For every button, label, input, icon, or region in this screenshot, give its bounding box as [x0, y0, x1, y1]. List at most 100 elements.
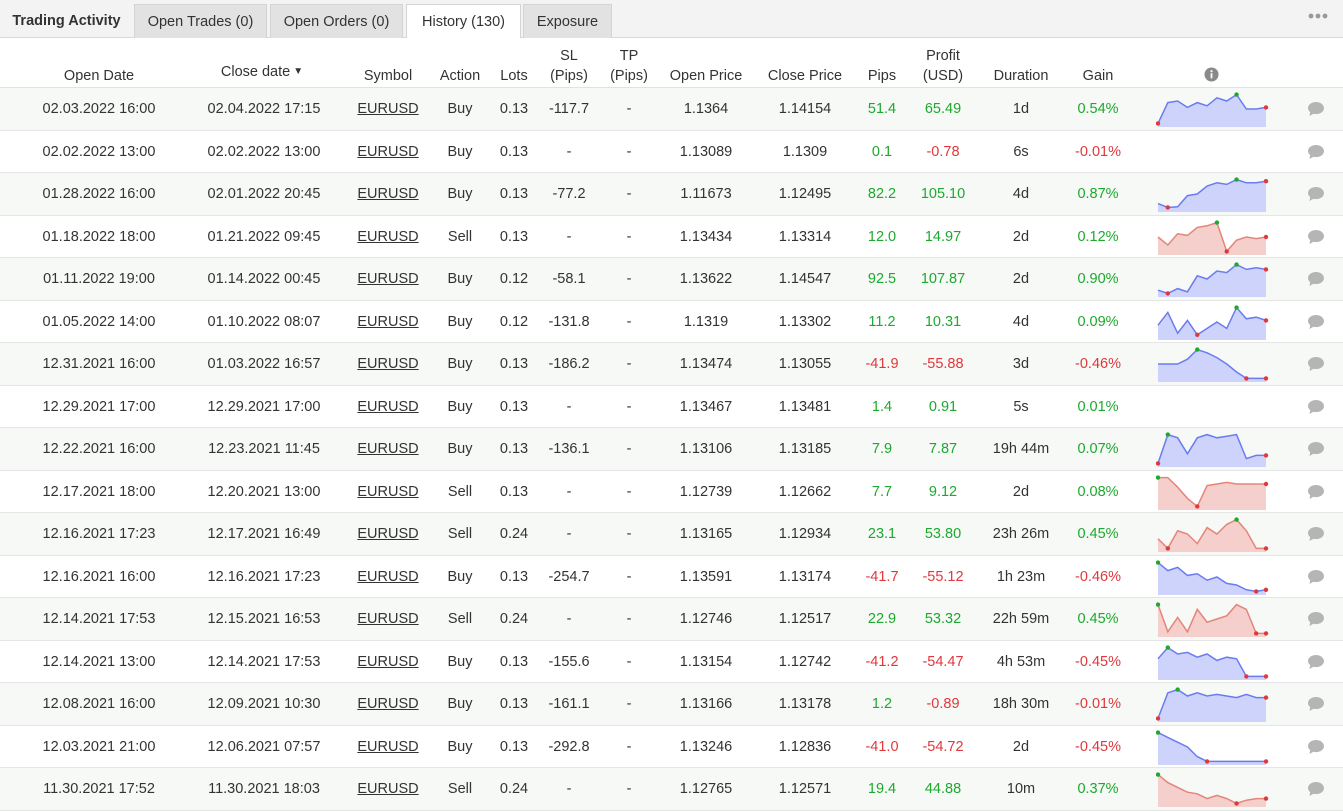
open-price-cell: 1.13154 — [679, 653, 733, 670]
sparkline-area — [1158, 434, 1266, 467]
table-row[interactable]: 12.17.2021 18:00 12.20.2021 13:00 EURUSD Se… — [0, 471, 1343, 513]
profit-cell: -55.88 — [922, 356, 964, 372]
tp-cell: - — [626, 186, 632, 202]
symbol-link[interactable]: EURUSD — [357, 556, 418, 598]
table-row[interactable]: 12.29.2021 17:00 12.29.2021 17:00 EURUSD Bu… — [0, 386, 1343, 428]
tp-cell: - — [626, 228, 632, 245]
tp-cell: - — [626, 356, 632, 372]
tab-trading-activity[interactable]: Trading Activity — [0, 4, 133, 38]
sl-cell: -254.7 — [548, 568, 590, 585]
comment-icon[interactable] — [1307, 399, 1325, 415]
symbol-link[interactable]: EURUSD — [357, 216, 418, 258]
pips-cell: 11.2 — [868, 313, 896, 330]
comment-icon[interactable] — [1307, 739, 1325, 755]
sparkline-min-marker — [1195, 332, 1200, 337]
col-tp[interactable]: TP (Pips) — [610, 44, 648, 86]
gain-cell: 0.45% — [1077, 611, 1119, 627]
table-row[interactable]: 12.14.2021 17:53 12.15.2021 16:53 EURUSD Se… — [0, 598, 1343, 641]
tab-exposure[interactable]: Exposure — [523, 4, 612, 38]
info-icon[interactable] — [1204, 67, 1219, 82]
sl-cell: -117.7 — [548, 101, 590, 117]
open-date-cell: 11.30.2021 17:52 — [43, 781, 155, 797]
symbol-link[interactable]: EURUSD — [357, 258, 418, 300]
gain-cell: -0.46% — [1075, 356, 1121, 372]
col-sl[interactable]: SL (Pips) — [550, 44, 588, 86]
symbol-link[interactable]: EURUSD — [357, 471, 418, 513]
comment-icon[interactable] — [1307, 484, 1325, 500]
close-price-cell: 1.12571 — [778, 781, 832, 797]
comment-icon[interactable] — [1307, 781, 1325, 797]
symbol-link[interactable]: EURUSD — [357, 301, 418, 343]
table-row[interactable]: 01.05.2022 14:00 01.10.2022 08:07 EURUSD Bu… — [0, 301, 1343, 343]
symbol-link[interactable]: EURUSD — [357, 428, 418, 470]
action-cell: Sell — [447, 611, 473, 627]
table-row[interactable]: 02.02.2022 13:00 02.02.2022 13:00 EURUSD Bu… — [0, 131, 1343, 173]
sparkline-max-marker — [1165, 432, 1171, 437]
table-row[interactable]: 11.30.2021 17:52 11.30.2021 18:03 EURUSD Se… — [0, 768, 1343, 811]
table-row[interactable]: 12.08.2021 16:00 12.09.2021 10:30 EURUSD Bu… — [0, 683, 1343, 726]
symbol-link[interactable]: EURUSD — [357, 88, 418, 130]
tab-history[interactable]: History (130) — [406, 4, 521, 39]
table-row[interactable]: 01.28.2022 16:00 02.01.2022 20:45 EURUSD Bu… — [0, 173, 1343, 216]
symbol-link[interactable]: EURUSD — [357, 641, 418, 683]
comment-icon[interactable] — [1307, 186, 1325, 202]
comment-icon[interactable] — [1307, 696, 1325, 712]
action-cell: Buy — [447, 696, 473, 712]
comment-icon[interactable] — [1307, 271, 1325, 287]
col-profit[interactable]: Profit (USD) — [923, 44, 963, 86]
comment-icon[interactable] — [1307, 356, 1325, 372]
table-row[interactable]: 12.31.2021 16:00 01.03.2022 16:57 EURUSD Bu… — [0, 343, 1343, 386]
symbol-link[interactable]: EURUSD — [357, 386, 418, 428]
table-row[interactable]: 12.22.2021 16:00 12.23.2021 11:45 EURUSD Bu… — [0, 428, 1343, 471]
comment-icon[interactable] — [1307, 229, 1325, 245]
col-symbol[interactable]: Symbol — [364, 44, 412, 86]
open-price-cell: 1.12746 — [679, 611, 733, 627]
col-open-price[interactable]: Open Price — [670, 44, 743, 86]
comment-icon[interactable] — [1307, 654, 1325, 670]
duration-cell: 3d — [1012, 356, 1030, 372]
comment-icon[interactable] — [1307, 314, 1325, 330]
close-date-cell: 12.20.2021 13:00 — [207, 483, 321, 500]
table-row[interactable]: 02.03.2022 16:00 02.04.2022 17:15 EURUSD Bu… — [0, 88, 1343, 131]
symbol-link[interactable]: EURUSD — [357, 343, 418, 385]
table-row[interactable]: 12.03.2021 21:00 12.06.2021 07:57 EURUSD Bu… — [0, 726, 1343, 768]
symbol-link[interactable]: EURUSD — [357, 683, 418, 725]
symbol-link[interactable]: EURUSD — [357, 513, 418, 555]
col-pips[interactable]: Pips — [868, 44, 896, 86]
table-row[interactable]: 12.16.2021 16:00 12.16.2021 17:23 EURUSD Bu… — [0, 556, 1343, 598]
col-action[interactable]: Action — [440, 44, 480, 86]
duration-cell: 6s — [1013, 143, 1029, 160]
sl-cell: -58.1 — [552, 271, 586, 287]
open-price-cell: 1.13591 — [679, 568, 733, 585]
comment-icon[interactable] — [1307, 526, 1325, 542]
comment-icon[interactable] — [1307, 611, 1325, 627]
col-duration[interactable]: Duration — [994, 44, 1049, 86]
symbol-link[interactable]: EURUSD — [357, 598, 418, 640]
close-date-cell: 02.02.2022 13:00 — [207, 143, 321, 160]
symbol-link[interactable]: EURUSD — [357, 173, 418, 215]
col-close-date[interactable]: Close date ▼ — [221, 44, 303, 86]
action-cell: Sell — [447, 526, 473, 542]
tab-open-orders[interactable]: Open Orders (0) — [270, 4, 403, 38]
sparkline-last-marker — [1263, 105, 1269, 110]
table-row[interactable]: 12.16.2021 17:23 12.17.2021 16:49 EURUSD Se… — [0, 513, 1343, 556]
tp-cell: - — [626, 526, 632, 542]
col-close-price[interactable]: Close Price — [768, 44, 842, 86]
table-row[interactable]: 01.18.2022 18:00 01.21.2022 09:45 EURUSD Se… — [0, 216, 1343, 258]
comment-icon[interactable] — [1307, 441, 1325, 457]
tab-open-trades[interactable]: Open Trades (0) — [134, 4, 267, 38]
more-options-icon[interactable] — [1307, 8, 1329, 24]
col-gain[interactable]: Gain — [1083, 44, 1114, 86]
symbol-link[interactable]: EURUSD — [357, 726, 418, 768]
comment-icon[interactable] — [1307, 569, 1325, 585]
table-row[interactable]: 01.11.2022 19:00 01.14.2022 00:45 EURUSD Bu… — [0, 258, 1343, 301]
table-row[interactable]: 12.14.2021 13:00 12.14.2021 17:53 EURUSD Bu… — [0, 641, 1343, 683]
pips-cell: 0.1 — [871, 143, 893, 160]
col-open-date[interactable]: Open Date — [64, 44, 134, 86]
col-lots[interactable]: Lots — [500, 44, 527, 86]
comment-icon[interactable] — [1307, 144, 1325, 160]
symbol-link[interactable]: EURUSD — [357, 131, 418, 173]
comment-icon[interactable] — [1307, 101, 1325, 117]
symbol-link[interactable]: EURUSD — [357, 768, 418, 810]
pips-cell: 22.9 — [867, 611, 897, 627]
